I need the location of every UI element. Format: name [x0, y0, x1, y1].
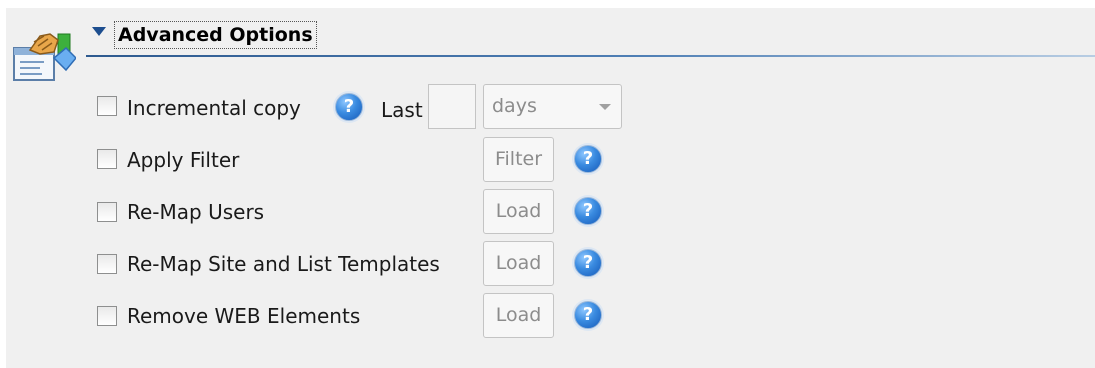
period-unit-select[interactable]: days: [483, 84, 622, 129]
remove-web-elements-checkbox[interactable]: [97, 306, 117, 326]
remap-users-checkbox[interactable]: [97, 202, 117, 222]
chevron-down-icon: [599, 104, 611, 110]
options-icon: [13, 33, 76, 81]
last-label: Last: [381, 98, 423, 122]
period-unit-value: days: [492, 95, 537, 117]
load-templates-button[interactable]: Load: [483, 241, 554, 286]
incremental-copy-checkbox[interactable]: [97, 96, 117, 116]
help-icon[interactable]: ?: [574, 197, 602, 225]
section-divider: [86, 55, 1095, 57]
help-icon[interactable]: ?: [574, 301, 602, 329]
load-users-button[interactable]: Load: [483, 189, 554, 234]
help-icon[interactable]: ?: [574, 249, 602, 277]
remap-users-label: Re-Map Users: [127, 200, 265, 224]
filter-button[interactable]: Filter: [483, 137, 554, 182]
last-days-input[interactable]: [428, 84, 476, 129]
remap-templates-label: Re-Map Site and List Templates: [127, 252, 440, 276]
apply-filter-checkbox[interactable]: [97, 149, 117, 169]
triangle-down-icon[interactable]: [92, 27, 106, 36]
remove-web-elements-label: Remove WEB Elements: [127, 304, 361, 328]
help-icon[interactable]: ?: [574, 145, 602, 173]
incremental-copy-label: Incremental copy: [127, 96, 301, 120]
help-icon[interactable]: ?: [335, 93, 363, 121]
apply-filter-label: Apply Filter: [127, 148, 240, 172]
section-title[interactable]: Advanced Options: [114, 21, 317, 49]
load-web-elements-button[interactable]: Load: [483, 293, 554, 338]
remap-templates-checkbox[interactable]: [97, 254, 117, 274]
